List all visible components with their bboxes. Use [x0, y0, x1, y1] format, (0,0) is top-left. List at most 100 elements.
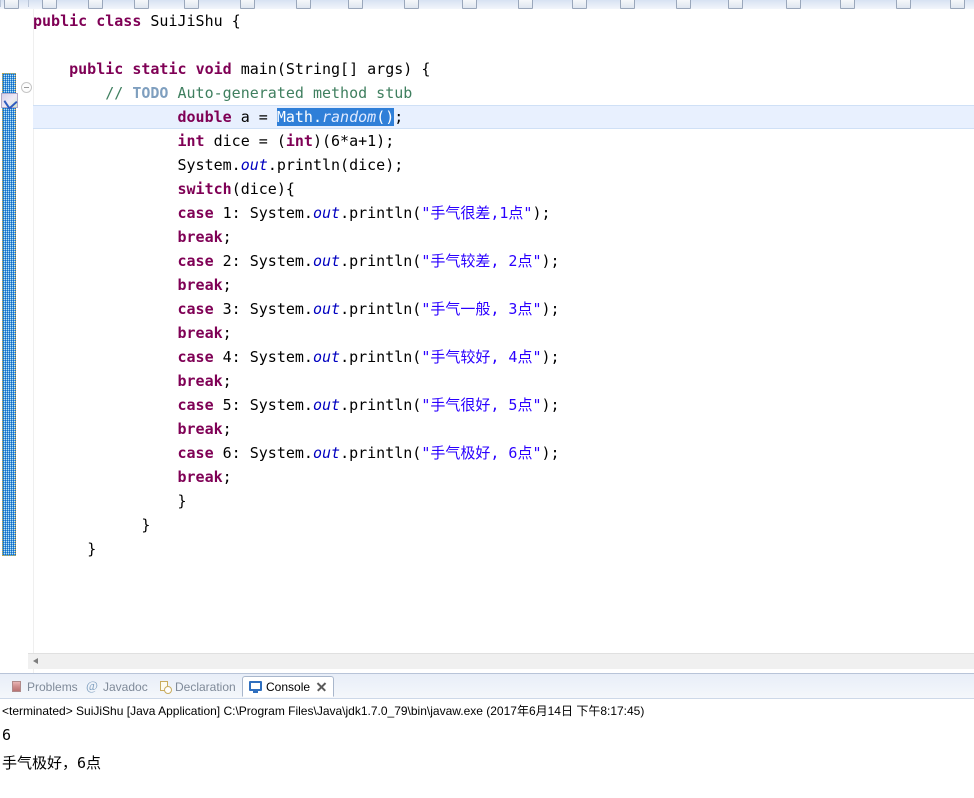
toolbar-button[interactable]: [348, 0, 363, 9]
toolbar-button[interactable]: [676, 0, 691, 9]
code-token: random: [322, 108, 377, 126]
console-output[interactable]: 6 手气极好，6点: [0, 721, 974, 777]
annotation-ruler[interactable]: [0, 9, 20, 673]
code-token: break: [177, 468, 223, 486]
code-token: .println(: [340, 252, 422, 270]
code-token: }: [141, 516, 151, 534]
code-line[interactable]: double a = Math.random();: [33, 105, 974, 129]
code-token: .println(dice);: [267, 156, 404, 174]
code-token: break: [177, 228, 223, 246]
toolbar-button[interactable]: [240, 0, 255, 9]
code-line[interactable]: case 5: System.out.println("手气很好, 5点");: [33, 393, 974, 417]
code-editor[interactable]: public class SuiJiShu { public static vo…: [0, 9, 974, 673]
tab-label: Declaration: [175, 679, 236, 694]
code-line[interactable]: }: [33, 489, 974, 513]
code-line[interactable]: case 2: System.out.println("手气较差, 2点");: [33, 249, 974, 273]
code-text-area[interactable]: public class SuiJiShu { public static vo…: [33, 9, 974, 649]
code-token: ;: [222, 372, 232, 390]
toolbar-button[interactable]: [620, 0, 635, 9]
collapse-method-icon[interactable]: [21, 82, 32, 93]
toolbar-button[interactable]: [896, 0, 911, 9]
toolbar-button[interactable]: [88, 0, 103, 9]
console-icon: [249, 680, 262, 693]
code-line[interactable]: break;: [33, 369, 974, 393]
code-token: case: [177, 396, 214, 414]
code-token: class: [96, 12, 142, 30]
toolbar-button[interactable]: [786, 0, 801, 9]
code-line[interactable]: break;: [33, 417, 974, 441]
code-line[interactable]: switch(dice){: [33, 177, 974, 201]
code-line[interactable]: // TODO Auto-generated method stub: [33, 81, 974, 105]
code-token: main(String[] args) {: [231, 60, 431, 78]
code-token: int: [177, 132, 205, 150]
code-token: "手气一般, 3点": [421, 300, 542, 318]
tab-console[interactable]: Console: [242, 676, 335, 697]
toolbar-button[interactable]: [296, 0, 311, 9]
tab-javadoc[interactable]: Javadoc: [80, 676, 154, 697]
code-token: ;: [222, 228, 232, 246]
toolbar-button[interactable]: [572, 0, 587, 9]
folding-ruler[interactable]: [19, 9, 34, 673]
console-launch-header: <terminated> SuiJiShu [Java Application]…: [2, 704, 645, 718]
scroll-left-arrow-icon[interactable]: [28, 654, 42, 669]
code-token: 4: System.: [213, 348, 313, 366]
code-line[interactable]: case 1: System.out.println("手气很差,1点");: [33, 201, 974, 225]
tab-label: Problems: [27, 679, 78, 694]
code-line[interactable]: System.out.println(dice);: [33, 153, 974, 177]
code-line[interactable]: case 4: System.out.println("手气较好, 4点");: [33, 345, 974, 369]
code-token: switch: [177, 180, 232, 198]
code-line[interactable]: break;: [33, 225, 974, 249]
toolbar-button[interactable]: [4, 0, 19, 9]
code-line[interactable]: }: [33, 513, 974, 537]
code-token: );: [541, 300, 560, 318]
bottom-view-stack: Problems Javadoc Declaration Console <termi…: [0, 673, 974, 798]
toolbar-button[interactable]: [728, 0, 743, 9]
code-token: out: [312, 300, 341, 318]
code-token: 6: System.: [213, 444, 313, 462]
code-line[interactable]: public static void main(String[] args) {: [33, 57, 974, 81]
code-line[interactable]: [33, 33, 974, 57]
code-token: .println(: [340, 348, 422, 366]
tab-problems[interactable]: Problems: [4, 676, 84, 697]
code-line[interactable]: }: [33, 537, 974, 561]
code-token: ;: [222, 276, 232, 294]
code-token: TODO: [132, 84, 169, 102]
code-line[interactable]: int dice = (int)(6*a+1);: [33, 129, 974, 153]
code-token: }: [177, 492, 187, 510]
close-icon[interactable]: [316, 681, 327, 692]
toolbar-button[interactable]: [518, 0, 533, 9]
code-token: (dice){: [231, 180, 295, 198]
editor-horizontal-scrollbar[interactable]: [28, 653, 974, 669]
tab-declaration[interactable]: Declaration: [152, 676, 242, 697]
declaration-icon: [158, 680, 172, 694]
code-line[interactable]: case 3: System.out.println("手气一般, 3点");: [33, 297, 974, 321]
code-line[interactable]: break;: [33, 321, 974, 345]
code-token: );: [541, 444, 560, 462]
toolbar-button[interactable]: [950, 0, 965, 9]
code-token: ;: [222, 420, 232, 438]
problems-icon: [10, 680, 23, 693]
toolbar-button[interactable]: [134, 0, 149, 9]
code-line[interactable]: break;: [33, 273, 974, 297]
view-tab-bar: Problems Javadoc Declaration Console: [0, 674, 974, 699]
code-token: case: [177, 252, 214, 270]
quickdiff-marker-icon[interactable]: [1, 93, 18, 108]
toolbar-button[interactable]: [42, 0, 57, 9]
console-output-line: 手气极好，6点: [2, 754, 102, 772]
code-token: "手气较好, 4点": [421, 348, 542, 366]
toolbar-button[interactable]: [840, 0, 855, 9]
code-token: break: [177, 420, 223, 438]
code-line[interactable]: break;: [33, 465, 974, 489]
code-token: );: [541, 396, 560, 414]
toolbar-button[interactable]: [404, 0, 419, 9]
code-token: case: [177, 348, 214, 366]
code-token: );: [541, 252, 560, 270]
code-line[interactable]: public class SuiJiShu {: [33, 9, 974, 33]
toolbar-button[interactable]: [462, 0, 477, 9]
code-line[interactable]: case 6: System.out.println("手气极好, 6点");: [33, 441, 974, 465]
code-token: Math.: [276, 108, 322, 126]
toolbar-separator: [28, 0, 29, 7]
toolbar-button[interactable]: [184, 0, 199, 9]
code-token: out: [312, 444, 341, 462]
